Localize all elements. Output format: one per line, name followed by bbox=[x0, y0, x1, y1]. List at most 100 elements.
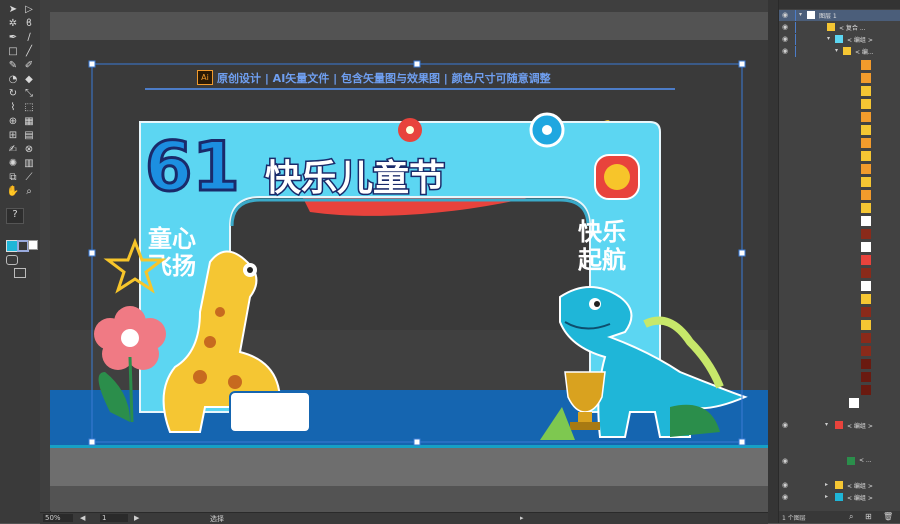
artboard-number-field[interactable]: 1 bbox=[100, 514, 128, 522]
sublayer-thumb[interactable] bbox=[861, 177, 871, 187]
sublayer-thumb[interactable] bbox=[861, 333, 871, 343]
sublayer-thumb[interactable] bbox=[861, 125, 871, 135]
artboard-tool-icon[interactable]: ⧉ bbox=[6, 172, 20, 184]
layer-name[interactable]: < 编组 > bbox=[847, 35, 873, 44]
expand-caret-icon[interactable]: ▾ bbox=[799, 11, 802, 18]
left-slogan-top: 童心 bbox=[148, 225, 196, 253]
width-tool-icon[interactable]: ⌇ bbox=[6, 102, 20, 114]
layer-row[interactable]: ◉ < ... bbox=[779, 456, 900, 467]
layer-name[interactable]: < 编组 > bbox=[847, 481, 873, 490]
paintbrush-tool-icon[interactable]: ✎ bbox=[6, 60, 20, 72]
hand-tool-icon[interactable]: ✋ bbox=[6, 186, 20, 198]
layer-name[interactable]: < ... bbox=[859, 457, 872, 464]
layer-row[interactable]: ◉ ▸ < 编组 > bbox=[779, 480, 900, 491]
layer-name[interactable]: < 编组 > bbox=[847, 421, 873, 430]
layer-row[interactable]: ◉ ▾ < 编... bbox=[779, 46, 900, 57]
sublayer-thumb[interactable] bbox=[861, 203, 871, 213]
visibility-eye-icon[interactable]: ◉ bbox=[782, 422, 788, 429]
arch-artwork[interactable]: 61 快乐儿童节 童心 飞扬 快乐 起航 bbox=[50, 12, 768, 511]
column-graph-tool-icon[interactable]: ▥ bbox=[22, 158, 36, 170]
visibility-eye-icon[interactable]: ◉ bbox=[782, 494, 788, 501]
zoom-tool-icon[interactable]: ⌕ bbox=[22, 186, 36, 198]
sublayer-thumb[interactable] bbox=[861, 151, 871, 161]
pen-tool-icon[interactable]: ✒ bbox=[6, 32, 20, 44]
sublayer-thumb[interactable] bbox=[861, 60, 871, 70]
curvature-tool-icon[interactable]: ∕ bbox=[22, 32, 36, 44]
eyedropper-tool-icon[interactable]: ✍ bbox=[6, 144, 20, 156]
sublayer-thumb[interactable] bbox=[861, 385, 871, 395]
status-menu-icon[interactable]: ▸ bbox=[520, 514, 524, 522]
lasso-tool-icon[interactable]: ϐ bbox=[22, 18, 36, 30]
sublayer-thumb[interactable] bbox=[861, 255, 871, 265]
sublayer-thumb[interactable] bbox=[861, 112, 871, 122]
sublayer-thumb[interactable] bbox=[861, 73, 871, 83]
visibility-eye-icon[interactable]: ◉ bbox=[782, 458, 788, 465]
artboard-nav-prev-icon[interactable]: ◀ bbox=[80, 514, 85, 522]
magic-wand-tool-icon[interactable]: ✲ bbox=[6, 18, 20, 30]
sublayer-thumb[interactable] bbox=[861, 138, 871, 148]
visibility-eye-icon[interactable]: ◉ bbox=[782, 24, 788, 31]
layer-name[interactable]: 图层 1 bbox=[819, 11, 837, 20]
line-tool-icon[interactable]: ╱ bbox=[22, 46, 36, 58]
layer-name[interactable]: < 编组 > bbox=[847, 493, 873, 502]
blend-tool-icon[interactable]: ⊗ bbox=[22, 144, 36, 156]
sublayer-thumb[interactable] bbox=[861, 320, 871, 330]
sublayer-thumb[interactable] bbox=[861, 99, 871, 109]
new-layer-icon[interactable]: ⊞ bbox=[865, 512, 872, 521]
delete-layer-icon[interactable]: 🗑 bbox=[883, 512, 893, 521]
layer-row[interactable]: ◉ < 复合 ... bbox=[779, 22, 900, 33]
sublayer-thumb[interactable] bbox=[861, 294, 871, 304]
artboard-nav-next-icon[interactable]: ▶ bbox=[134, 514, 139, 522]
pencil-tool-icon[interactable]: ✐ bbox=[22, 60, 36, 72]
visibility-eye-icon[interactable]: ◉ bbox=[782, 48, 788, 55]
sublayer-thumb[interactable] bbox=[861, 190, 871, 200]
zoom-field[interactable]: 50% bbox=[43, 514, 73, 522]
expand-caret-icon[interactable]: ▾ bbox=[835, 47, 838, 54]
mesh-tool-icon[interactable]: ⊞ bbox=[6, 130, 20, 142]
sublayer-thumb[interactable] bbox=[861, 281, 871, 291]
direct-selection-tool-icon[interactable]: ▷ bbox=[22, 4, 36, 16]
expand-caret-icon[interactable]: ▸ bbox=[825, 493, 828, 500]
layer-name[interactable]: < 编... bbox=[855, 47, 874, 56]
sublayer-thumb[interactable] bbox=[849, 398, 859, 408]
expand-caret-icon[interactable]: ▸ bbox=[825, 481, 828, 488]
layer-row[interactable]: ◉ ▸ < 编组 > bbox=[779, 492, 900, 503]
help-icon[interactable]: ? bbox=[6, 208, 24, 224]
layer-row[interactable]: ◉ ▾ < 编组 > bbox=[779, 420, 900, 431]
layer-name[interactable]: < 复合 ... bbox=[839, 23, 866, 32]
sublayer-thumb[interactable] bbox=[861, 216, 871, 226]
visibility-eye-icon[interactable]: ◉ bbox=[782, 12, 788, 19]
shape-builder-tool-icon[interactable]: ⊕ bbox=[6, 116, 20, 128]
free-transform-tool-icon[interactable]: ⬚ bbox=[22, 102, 36, 114]
eraser-tool-icon[interactable]: ◆ bbox=[22, 74, 36, 86]
screen-mode-icon[interactable] bbox=[14, 268, 26, 278]
rectangle-tool-icon[interactable]: □ bbox=[6, 46, 20, 58]
visibility-eye-icon[interactable]: ◉ bbox=[782, 36, 788, 43]
draw-mode-icon[interactable] bbox=[6, 255, 18, 265]
none-color-icon[interactable] bbox=[28, 240, 38, 250]
layer-row-top[interactable]: ◉ ▾ 图层 1 bbox=[779, 10, 900, 21]
sublayer-thumb[interactable] bbox=[861, 346, 871, 356]
sublayer-thumb[interactable] bbox=[861, 229, 871, 239]
sublayer-thumb[interactable] bbox=[861, 164, 871, 174]
expand-caret-icon[interactable]: ▾ bbox=[827, 35, 830, 42]
scale-tool-icon[interactable]: ⤡ bbox=[22, 88, 36, 100]
sublayer-thumb[interactable] bbox=[861, 86, 871, 96]
selection-tool-icon[interactable]: ➤ bbox=[6, 4, 20, 16]
search-icon[interactable]: ⌕ bbox=[849, 512, 853, 522]
rotate-tool-icon[interactable]: ↻ bbox=[6, 88, 20, 100]
perspective-grid-tool-icon[interactable]: ▦ bbox=[22, 116, 36, 128]
shaper-tool-icon[interactable]: ◔ bbox=[6, 74, 20, 86]
gradient-tool-icon[interactable]: ▤ bbox=[22, 130, 36, 142]
document-canvas[interactable]: Ai 原创设计 | AI矢量文件 | 包含矢量图与效果图 | 颜色尺寸可随意调整… bbox=[50, 12, 768, 511]
slice-tool-icon[interactable]: ⟋ bbox=[22, 172, 36, 184]
expand-caret-icon[interactable]: ▾ bbox=[825, 421, 828, 428]
sublayer-thumb[interactable] bbox=[861, 268, 871, 278]
symbol-sprayer-tool-icon[interactable]: ✺ bbox=[6, 158, 20, 170]
visibility-eye-icon[interactable]: ◉ bbox=[782, 482, 788, 489]
sublayer-thumb[interactable] bbox=[861, 372, 871, 382]
sublayer-thumb[interactable] bbox=[861, 242, 871, 252]
layer-row[interactable]: ◉ ▾ < 编组 > bbox=[779, 34, 900, 45]
sublayer-thumb[interactable] bbox=[861, 307, 871, 317]
sublayer-thumb[interactable] bbox=[861, 359, 871, 369]
